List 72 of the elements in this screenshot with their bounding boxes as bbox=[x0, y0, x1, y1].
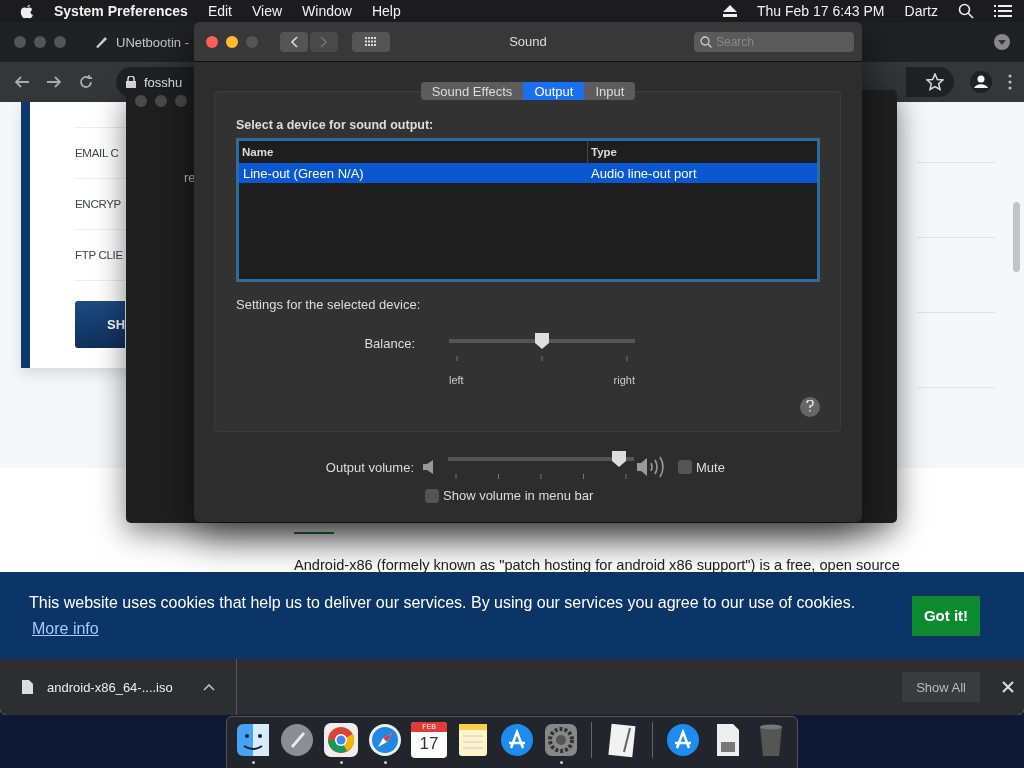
scrollbar-thumb[interactable] bbox=[1013, 202, 1020, 272]
close-icon[interactable] bbox=[1002, 681, 1014, 693]
menu-item[interactable]: Help bbox=[371, 3, 401, 19]
scale-label: right bbox=[613, 374, 635, 386]
lock-icon bbox=[126, 76, 136, 88]
got-it-button[interactable]: Got it! bbox=[912, 595, 980, 636]
gear-icon[interactable] bbox=[543, 722, 579, 758]
mute-checkbox[interactable] bbox=[678, 460, 692, 474]
compass-icon[interactable] bbox=[367, 722, 403, 758]
file-icon[interactable] bbox=[22, 680, 33, 694]
download-file-name[interactable]: android-x86_64-....iso bbox=[47, 679, 173, 695]
search-icon bbox=[700, 35, 712, 48]
list-icon[interactable] bbox=[994, 4, 1012, 18]
help-button[interactable] bbox=[800, 397, 820, 417]
browser-tab[interactable]: UNetbootin - bbox=[94, 34, 189, 50]
close-button[interactable] bbox=[206, 35, 218, 48]
show-button[interactable]: SH bbox=[75, 301, 125, 348]
balance-label: Balance: bbox=[363, 336, 415, 351]
speaker-icon bbox=[422, 459, 436, 475]
question-mark-icon bbox=[806, 399, 814, 412]
category-link[interactable]: EMAIL C bbox=[75, 128, 126, 178]
clock[interactable]: Thu Feb 17 6:43 PM bbox=[756, 3, 885, 19]
checkbox-label: Show volume in menu bar bbox=[443, 488, 594, 503]
apple-icon[interactable] bbox=[20, 3, 34, 19]
menu-item[interactable]: View bbox=[252, 3, 283, 19]
menu-bar-checkbox[interactable] bbox=[425, 488, 439, 503]
category-link[interactable]: FTP CLIE bbox=[75, 230, 126, 280]
tab[interactable]: Sound Effects bbox=[420, 82, 524, 100]
checkbox-label: Mute bbox=[696, 459, 725, 475]
table-cell-text: Line-out (Green N/A) bbox=[242, 165, 365, 181]
window-title: Sound bbox=[509, 34, 547, 49]
tab[interactable]: Input bbox=[584, 82, 636, 100]
app-store-icon[interactable] bbox=[665, 722, 701, 758]
tab[interactable]: Output bbox=[523, 82, 585, 100]
minimize-button[interactable] bbox=[226, 35, 238, 48]
slider-thumb[interactable] bbox=[534, 332, 550, 350]
dropdown-icon[interactable] bbox=[994, 34, 1010, 50]
volume-label: Output volume: bbox=[324, 459, 414, 475]
device-row[interactable]: Line-out (Green N/A) Audio line-out port bbox=[239, 163, 817, 183]
category-link[interactable]: ENCRYP bbox=[75, 179, 126, 229]
article-paragraph: Android-x86 (formely known as "patch hosting for android x86 support") is a free, open source bbox=[294, 557, 901, 573]
profile-icon[interactable] bbox=[970, 71, 992, 93]
back-button[interactable] bbox=[280, 31, 308, 52]
menu-item[interactable]: Edit bbox=[207, 3, 232, 19]
show-all-button[interactable] bbox=[352, 31, 390, 52]
menu-item[interactable]: Window bbox=[302, 3, 352, 19]
reload-icon[interactable] bbox=[78, 74, 94, 90]
chevron-up-icon[interactable] bbox=[202, 683, 215, 691]
app-menu[interactable]: System Preferences bbox=[54, 3, 188, 19]
cookie-message: This website uses cookies that help us to deliver our services. By using our services you agree to our use of cookies. bbox=[29, 593, 857, 612]
eject-icon[interactable] bbox=[722, 5, 737, 17]
section-label: Select a device for sound output: bbox=[236, 118, 435, 132]
slider-thumb[interactable] bbox=[611, 450, 628, 468]
address-bar-end[interactable] bbox=[906, 67, 954, 97]
show-all-button[interactable]: Show All bbox=[902, 672, 980, 702]
back-icon[interactable] bbox=[14, 74, 30, 90]
scale-label: left bbox=[449, 374, 464, 386]
app-store-icon[interactable] bbox=[499, 722, 535, 758]
more-icon[interactable] bbox=[1008, 74, 1012, 90]
star-icon[interactable] bbox=[926, 73, 944, 91]
section-label: Settings for the selected device: bbox=[236, 297, 422, 312]
chrome-icon[interactable] bbox=[323, 722, 359, 758]
user-name[interactable]: Dartz bbox=[904, 3, 938, 19]
forward-icon[interactable] bbox=[46, 74, 62, 90]
column-header[interactable]: Name bbox=[239, 141, 587, 163]
finder-icon[interactable] bbox=[235, 722, 271, 758]
chevron-right-icon bbox=[320, 35, 328, 48]
table-cell-text: Audio line-out port bbox=[590, 165, 698, 181]
more-info-link[interactable]: More info bbox=[32, 619, 99, 637]
chevron-left-icon bbox=[290, 35, 298, 48]
grid-icon bbox=[365, 36, 377, 47]
search-icon[interactable] bbox=[958, 3, 974, 19]
